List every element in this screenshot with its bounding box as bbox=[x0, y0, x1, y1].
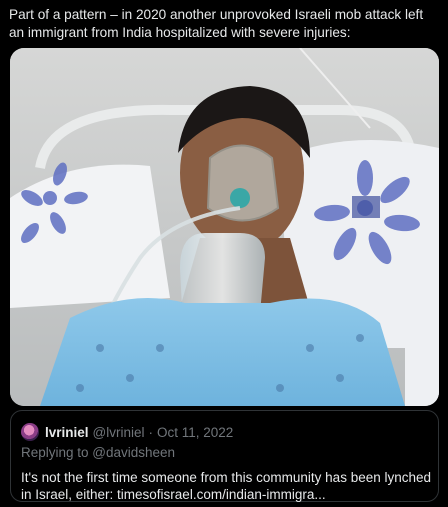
quoted-date[interactable]: Oct 11, 2022 bbox=[157, 425, 233, 440]
replying-to: Replying to @davidsheen bbox=[21, 445, 176, 460]
tweet-photo[interactable] bbox=[10, 48, 439, 406]
quoted-tweet-text: It's not the first time someone from thi… bbox=[21, 470, 432, 502]
tweet-text: Part of a pattern – in 2020 another unpr… bbox=[9, 7, 424, 40]
hospital-patient-photo bbox=[10, 48, 439, 406]
avatar[interactable] bbox=[21, 423, 39, 441]
separator-dot: · bbox=[148, 424, 154, 440]
quoted-tweet-header: lvriniel @lvriniel · Oct 11, 2022 bbox=[21, 423, 233, 441]
quoted-display-name[interactable]: lvriniel bbox=[45, 425, 89, 440]
quoted-handle[interactable]: @lvriniel bbox=[93, 425, 145, 440]
quoted-tweet[interactable]: lvriniel @lvriniel · Oct 11, 2022 Replyi… bbox=[10, 410, 439, 502]
